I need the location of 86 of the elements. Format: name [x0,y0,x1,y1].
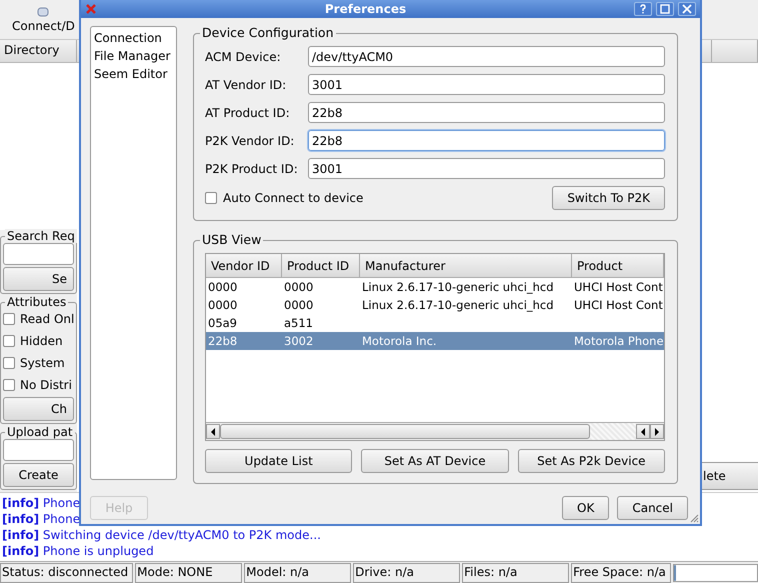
checkbox-label: Hidden [20,334,63,348]
category-item[interactable]: Seem Editor [94,65,173,83]
checkbox[interactable] [3,357,15,369]
table-row[interactable]: 0000 0000 Linux 2.6.17-10-generic uhci_hcd UHCI Host Cont [206,278,664,296]
window-title: Preferences [324,2,408,16]
checkbox-label: System [20,356,65,370]
status-field: Files: n/a [462,563,570,583]
input-field[interactable]: 3001 [308,158,665,179]
checkbox[interactable] [205,192,217,204]
checkbox[interactable] [3,335,15,347]
field-label: P2K Vendor ID: [205,134,296,148]
scroll-left-button[interactable] [206,424,220,439]
table-cell-text: 05a9 [207,316,238,330]
search-field[interactable] [3,243,74,265]
category-item[interactable]: Connection [94,29,173,47]
table-cell-text: 22b8 [207,334,238,348]
status-field: Free Space: n/a [571,563,671,583]
table-cell-text: Linux 2.6.17-10-generic uhci_hcd [361,280,555,294]
group-title: Device Configuration [200,25,336,40]
log-line: [info] Phone is unpluged [2,543,154,559]
table-cell-text: 3002 [283,334,314,348]
log-line: [info] Phone [2,495,80,511]
scroll-right-button[interactable] [650,424,664,439]
table-row[interactable]: 05a9 a511 [206,314,664,332]
create-button[interactable]: Create [3,463,74,487]
log-line: [info] Phone [2,511,80,527]
status-field: Mode: NONE [135,563,242,583]
group-title: Upload pat [5,425,75,439]
table-cell-text: 0000 [207,298,238,312]
column-header[interactable]: Directory [0,40,77,62]
scroll-left-button[interactable] [636,424,650,439]
group-title: Search Req [5,229,77,243]
checkbox[interactable] [3,379,15,391]
usb-action-button[interactable]: Update List [205,449,352,473]
status-field: Drive: n/a [353,563,460,583]
input-field[interactable]: 22b8 [308,130,665,151]
log-line: [info] Switching device /dev/ttyACM0 to P2K mode... [2,527,321,543]
category-item[interactable]: File Manager [94,47,173,65]
scrollbar-thumb[interactable] [220,424,590,439]
path-field[interactable] [3,439,74,461]
checkbox-label: Auto Connect to device [223,191,364,205]
search-button[interactable]: Se [3,267,74,291]
checkbox[interactable] [3,313,15,325]
plug-icon [36,7,50,17]
usb-action-button[interactable]: Set As P2k Device [518,449,665,473]
table-cell-text: UHCI Host Cont [573,298,664,312]
connect-button[interactable]: Connect/D [12,7,75,33]
switch-button[interactable]: Switch To P2K [552,186,665,210]
table-cell-text: 0000 [283,280,314,294]
left-arrow-icon [210,428,216,436]
x-icon [85,3,97,15]
dialog-button[interactable]: OK [562,496,610,520]
input-field[interactable]: 3001 [308,74,665,95]
apply-button[interactable]: Ch [3,397,74,421]
field-label: P2K Product ID: [205,162,299,176]
field-label: AT Vendor ID: [205,78,288,92]
group-title: Attributes [5,295,68,309]
status-field: Status: disconnected [0,563,134,583]
table-cell-text: 0000 [283,298,314,312]
column-header[interactable]: Product ID [282,254,360,277]
table-cell-text: Motorola Phone [573,334,664,348]
input-field[interactable]: 22b8 [308,102,665,123]
table-cell-text: a511 [283,316,314,330]
status-field: Model: n/a [244,563,352,583]
input-field[interactable]: /dev/ttyACM0 [308,46,665,67]
checkbox-label: No Distri [20,378,72,392]
column-header[interactable]: Manufacturer [360,254,572,277]
dialog-button[interactable]: Cancel [617,496,688,520]
maximize-icon[interactable] [656,2,674,16]
help-icon[interactable] [634,2,652,16]
field-label: AT Product ID: [205,106,291,120]
left-arrow-icon [640,428,646,436]
table-row[interactable]: 0000 0000 Linux 2.6.17-10-generic uhci_hcd UHCI Host Cont [206,296,664,314]
right-arrow-icon [654,428,660,436]
resize-grip-icon[interactable] [689,513,699,523]
usb-action-button[interactable]: Set As AT Device [361,449,509,473]
group-title: USB View [200,232,264,247]
checkbox-label: Read Onl [20,312,74,326]
table-cell-text: Motorola Inc. [361,334,438,348]
table-cell-text: UHCI Host Cont [573,280,664,294]
close-icon[interactable] [678,2,696,16]
table-cell-text: 0000 [207,280,238,294]
table-cell-text: Linux 2.6.17-10-generic uhci_hcd [361,298,555,312]
column-header[interactable]: Vendor ID [206,254,282,277]
field-label: ACM Device: [205,50,282,64]
column-header[interactable]: Product [572,254,664,277]
